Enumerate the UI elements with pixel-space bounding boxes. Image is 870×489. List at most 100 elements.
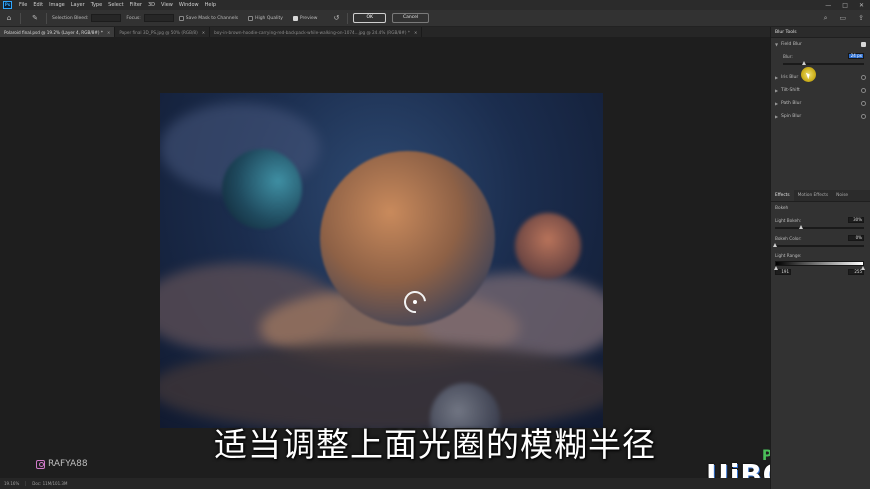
tab-effects[interactable]: Effects — [771, 190, 794, 201]
artwork-image[interactable] — [160, 93, 603, 428]
path-blur-label: Path Blur — [781, 101, 802, 106]
blur-param: Blur: 24 px — [783, 53, 864, 59]
iris-blur-row[interactable]: ▶ Iris Blur — [771, 71, 870, 84]
menu-bar: Ps File Edit Image Layer Type Select Fil… — [0, 0, 870, 10]
light-range-low-thumb[interactable] — [774, 266, 778, 270]
ok-button[interactable]: OK — [353, 13, 386, 23]
iris-blur-checkbox[interactable] — [861, 75, 866, 80]
spin-blur-row[interactable]: ▶ Spin Blur — [771, 110, 870, 123]
minimize-icon[interactable]: — — [825, 2, 831, 9]
document-size[interactable]: Doc: 11M/101.3M — [26, 481, 67, 486]
options-bar: ⌂ ✎ Selection Bleed: Focus: Save Mask to… — [0, 10, 870, 27]
planet-right — [515, 213, 581, 279]
close-icon[interactable]: ✕ — [107, 30, 110, 35]
focus-field[interactable] — [143, 14, 174, 22]
light-range-values: 191 255 — [775, 269, 867, 275]
video-subtitle: 适当调整上面光圈的模糊半径 — [214, 425, 656, 464]
selection-bleed-field[interactable] — [91, 14, 122, 22]
instagram-icon — [36, 459, 45, 469]
menu-edit[interactable]: Edit — [30, 2, 46, 8]
menu-layer[interactable]: Layer — [68, 2, 88, 8]
panel-title: Blur Tools — [771, 27, 870, 38]
field-blur-row[interactable]: ▼ Field Blur — [771, 38, 870, 51]
path-blur-checkbox[interactable] — [861, 101, 866, 106]
zoom-level[interactable]: 19.16% — [0, 481, 27, 486]
light-bokeh-slider-thumb[interactable] — [799, 225, 804, 229]
light-bokeh-input[interactable]: 30% — [848, 217, 864, 223]
checkbox-box — [248, 15, 254, 21]
blur-value-input[interactable]: 24 px — [848, 53, 864, 59]
bokeh-row[interactable]: Bokeh — [775, 206, 867, 211]
checkbox-box-checked — [292, 15, 298, 21]
canvas-area[interactable] — [0, 37, 770, 478]
close-icon[interactable]: ✕ — [414, 30, 417, 35]
spin-blur-label: Spin Blur — [781, 114, 802, 119]
light-range-label: Light Range: — [775, 253, 802, 258]
checkbox-box — [178, 15, 184, 21]
field-blur-checkbox[interactable] — [861, 42, 866, 47]
search-icon[interactable]: ⌕ — [824, 14, 828, 23]
cloud-shape — [160, 343, 603, 428]
close-icon[interactable]: ✕ — [202, 30, 205, 35]
save-mask-checkbox[interactable]: Save Mask to Channels — [178, 15, 241, 21]
blur-param-label: Blur: — [783, 53, 793, 59]
workspace-icon[interactable]: ▭ — [840, 14, 847, 23]
blur-tools-panel: Blur Tools ▼ Field Blur Blur: 24 px ▶ Ir… — [770, 27, 870, 489]
tab-noise[interactable]: Noise — [832, 190, 852, 201]
tab-label: Paper final 3D_PS.jpg @ 50% (RGB/8) — [119, 29, 198, 35]
creator-handle: RAFYA88 — [48, 459, 88, 469]
tab-paper-final[interactable]: Paper final 3D_PS.jpg @ 50% (RGB/8) ✕ — [115, 27, 211, 37]
maximize-icon[interactable]: □ — [842, 2, 848, 9]
menu-filter[interactable]: Filter — [127, 2, 145, 8]
menu-window[interactable]: Window — [176, 2, 202, 8]
preview-label: Preview — [299, 15, 318, 21]
field-blur-label: Field Blur — [781, 42, 802, 47]
tab-motion-effects[interactable]: Motion Effects — [794, 190, 833, 201]
light-bokeh-slider[interactable] — [775, 225, 864, 229]
blur-slider-thumb[interactable] — [802, 61, 807, 65]
creator-watermark: RAFYA88 — [36, 459, 88, 469]
save-mask-label: Save Mask to Channels — [185, 15, 239, 21]
effects-body: Bokeh Light Bokeh: 30% Bokeh Color: 0% L… — [771, 203, 870, 278]
preview-checkbox[interactable]: Preview — [292, 15, 321, 21]
planet-left — [222, 149, 302, 229]
tilt-shift-label: Tilt-Shift — [781, 88, 800, 93]
menu-type[interactable]: Type — [88, 2, 105, 8]
menu-view[interactable]: View — [158, 2, 176, 8]
window-controls: — □ ✕ — [825, 2, 870, 9]
selection-bleed-label: Selection Bleed: — [52, 15, 89, 21]
light-range-gradient[interactable] — [774, 261, 865, 270]
close-window-icon[interactable]: ✕ — [859, 2, 864, 9]
reset-icon[interactable]: ↺ — [330, 14, 342, 22]
menu-help[interactable]: Help — [202, 2, 219, 8]
pin-tool-icon[interactable]: ✎ — [29, 14, 41, 22]
light-bokeh-label: Light Bokeh: — [775, 217, 802, 223]
tab-label: boy-in-brown-hoodie-carrying-red-backpac… — [214, 29, 410, 35]
tilt-shift-checkbox[interactable] — [861, 88, 866, 93]
tilt-shift-row[interactable]: ▶ Tilt-Shift — [771, 84, 870, 97]
bokeh-color-input[interactable]: 0% — [848, 235, 864, 241]
status-bar: 19.16% Doc: 11M/101.3M — [0, 478, 770, 489]
tab-boy-in-brown-hoodie[interactable]: boy-in-brown-hoodie-carrying-red-backpac… — [210, 27, 423, 37]
light-range-high-thumb[interactable] — [861, 266, 865, 270]
menu-select[interactable]: Select — [105, 2, 126, 8]
menu-image[interactable]: Image — [46, 2, 68, 8]
field-blur-controls: Blur: 24 px — [771, 51, 870, 71]
blur-slider[interactable] — [783, 61, 864, 65]
cancel-button[interactable]: Cancel — [391, 13, 430, 23]
path-blur-row[interactable]: ▶ Path Blur — [771, 97, 870, 110]
home-icon[interactable]: ⌂ — [3, 14, 15, 22]
menu-3d[interactable]: 3D — [145, 2, 158, 8]
bokeh-color-param: Bokeh Color: 0% — [775, 235, 867, 241]
bokeh-color-slider[interactable] — [772, 243, 864, 247]
blur-pin-center[interactable] — [413, 300, 417, 304]
menu-file[interactable]: File — [16, 2, 30, 8]
bokeh-color-slider-thumb[interactable] — [772, 243, 777, 247]
separator — [20, 12, 21, 24]
bokeh-color-label: Bokeh Color: — [775, 235, 802, 241]
tab-polaroid-final[interactable]: Polaroid final.psd @ 19.2% (Layer 4, RGB… — [0, 27, 116, 37]
spin-blur-checkbox[interactable] — [861, 114, 866, 119]
share-icon[interactable]: ⇪ — [858, 14, 864, 23]
high-quality-checkbox[interactable]: High Quality — [248, 15, 286, 21]
iris-blur-label: Iris Blur — [781, 75, 799, 80]
